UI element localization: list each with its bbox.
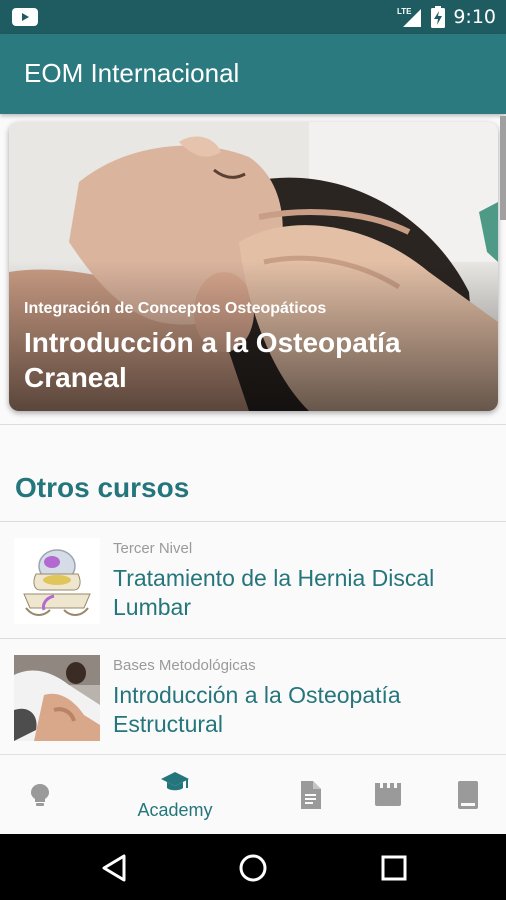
course-category: Bases Metodológicas [113, 657, 256, 674]
nav-item-label: Academy [137, 799, 213, 820]
graduation-cap-icon [161, 771, 189, 790]
spine-disc-illustration [14, 538, 100, 624]
book-icon [458, 781, 478, 809]
course-list-item[interactable]: Bases Metodológicas Introducción a la Os… [0, 639, 506, 755]
back-icon[interactable] [94, 848, 134, 888]
nav-item-tips[interactable] [0, 755, 80, 835]
battery-charging-icon [431, 6, 446, 28]
clock: 9:10 [453, 6, 496, 28]
course-title: Introducción a la Osteopatía Estructural [113, 682, 401, 737]
youtube-icon [12, 8, 38, 26]
featured-course-card[interactable]: Integración de Conceptos Osteopáticos In… [9, 122, 498, 411]
course-title: Tratamiento de la Hernia Discal Lumbar [113, 565, 435, 620]
course-list-item[interactable]: Tercer Nivel Tratamiento de la Hernia Di… [0, 522, 506, 638]
scrollbar[interactable] [500, 116, 506, 220]
signal-icon: LTE [397, 7, 422, 27]
section-title: Otros cursos [15, 472, 190, 503]
app-bar: EOM Internacional [0, 34, 506, 114]
divider [0, 424, 506, 425]
nav-item-academy[interactable]: Academy [135, 755, 215, 835]
bottom-navigation: Academy [0, 754, 506, 834]
app-title: EOM Internacional [24, 58, 240, 88]
nav-item-documents[interactable] [270, 755, 350, 835]
recents-icon[interactable] [374, 848, 414, 888]
manual-therapy-photo [14, 655, 100, 741]
course-category: Tercer Nivel [113, 540, 193, 557]
document-icon [301, 781, 321, 809]
lightbulb-icon [31, 784, 49, 806]
nav-item-videos[interactable] [348, 755, 428, 835]
system-navigation-bar [0, 834, 506, 900]
course-thumbnail [14, 655, 100, 741]
video-icon [375, 783, 401, 806]
featured-course-title: Introducción a la Osteopatía Craneal [24, 327, 401, 393]
course-thumbnail [14, 538, 100, 624]
home-icon[interactable] [233, 848, 273, 888]
svg-text:LTE: LTE [397, 7, 412, 16]
nav-item-library[interactable] [428, 755, 506, 835]
status-bar: LTE 9:10 [0, 0, 506, 34]
featured-course-category: Integración de Conceptos Osteopáticos [24, 300, 327, 317]
